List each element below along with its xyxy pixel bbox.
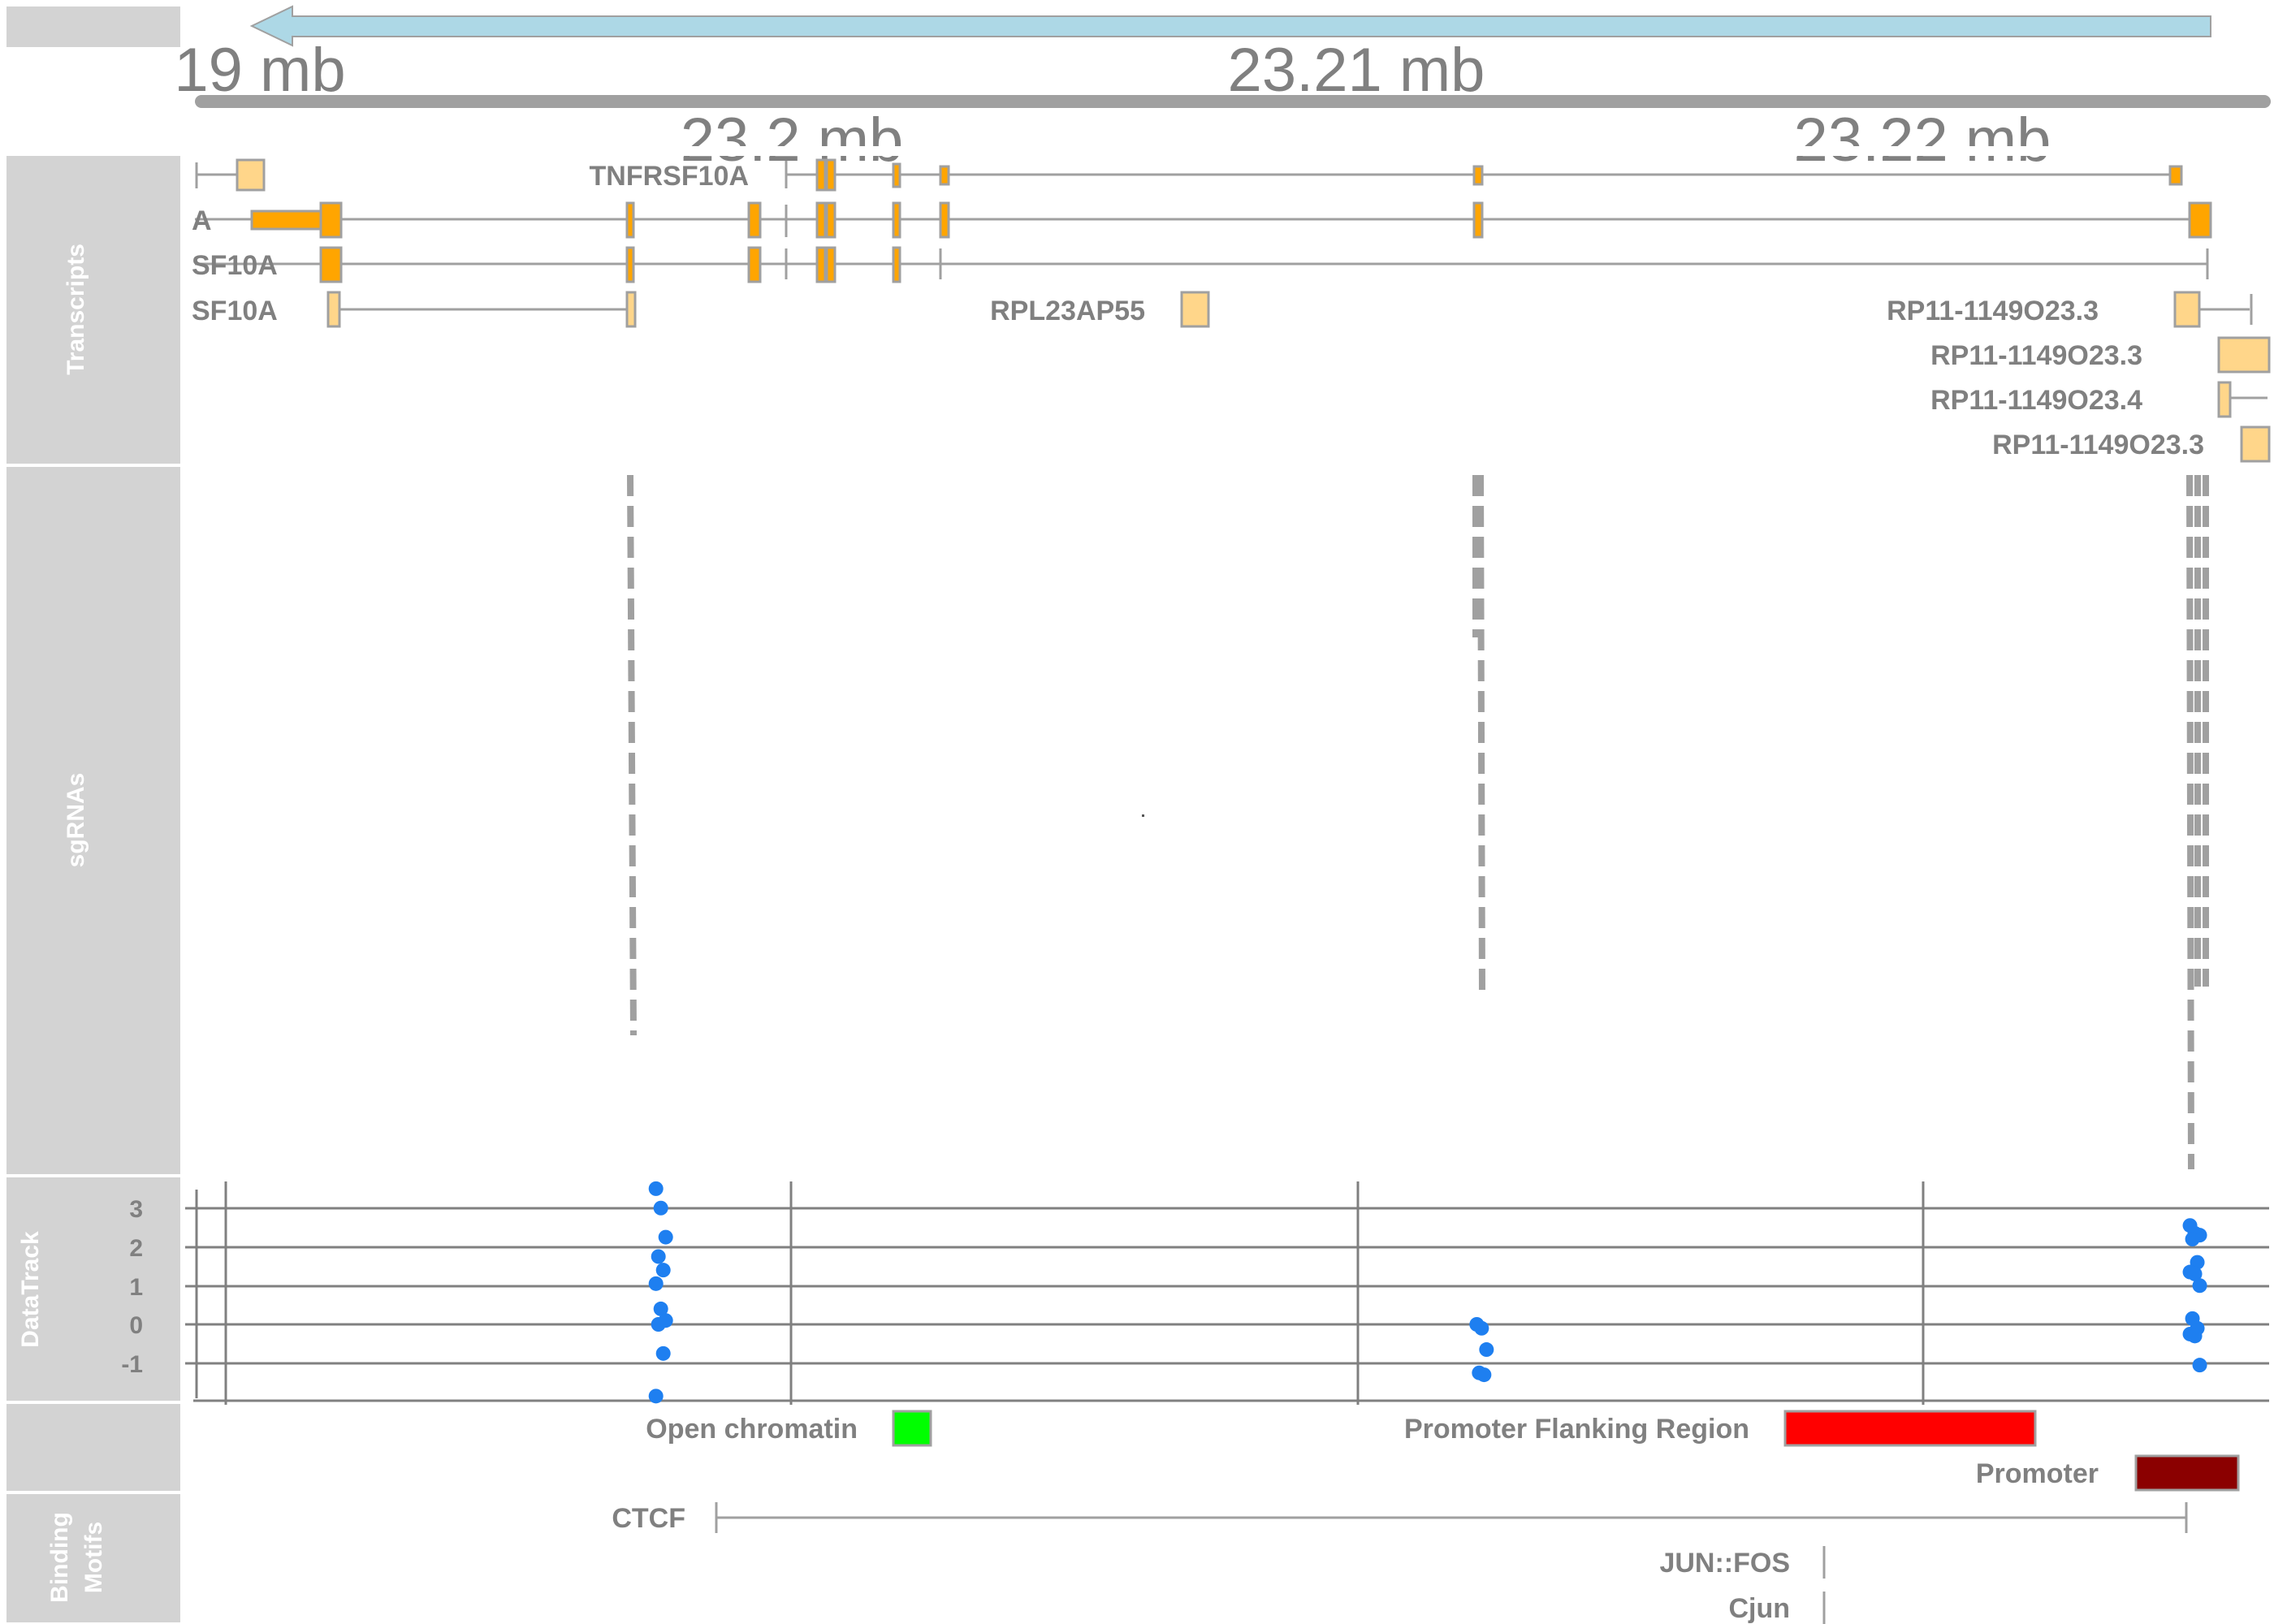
- exon: [892, 162, 901, 188]
- exon: [825, 246, 837, 283]
- exon: [625, 246, 635, 283]
- sgrna-column: [627, 474, 637, 1036]
- axis-track-panel: [6, 6, 180, 47]
- exon: [625, 201, 635, 239]
- gene-label-a: A: [192, 205, 212, 236]
- promoter-label: Promoter: [1976, 1458, 2099, 1489]
- axis-tick-label-top-1: 19 mb: [174, 36, 345, 105]
- data-point: [2192, 1358, 2207, 1373]
- data-point: [2192, 1278, 2207, 1294]
- data-point: [651, 1317, 666, 1332]
- data-point: [655, 1345, 671, 1361]
- open-chromatin-label: Open chromatin: [646, 1414, 858, 1445]
- datatrack-grid: [193, 1181, 2269, 1405]
- exon: [815, 201, 827, 239]
- data-point: [1474, 1320, 1489, 1336]
- exon-utr: [326, 291, 341, 328]
- sgrna-dot: [1142, 814, 1144, 817]
- exon: [747, 246, 762, 283]
- axis-tick-label-bottom-2: 23.22 mb: [1794, 106, 2051, 175]
- exon: [815, 158, 827, 192]
- y-tick-label-neg1: -1: [121, 1351, 143, 1378]
- exon-cds: [319, 246, 343, 283]
- y-tick-label-0: 0: [129, 1312, 143, 1339]
- exon-utr: [2240, 425, 2271, 463]
- data-point: [658, 1229, 673, 1245]
- exon-cds: [250, 209, 322, 231]
- gene-label-rp11-a: RP11-1149O23.3: [1887, 296, 2099, 326]
- sgrna-track: [627, 474, 2209, 1170]
- ctcf-motif: [715, 1502, 2188, 1533]
- exon: [939, 165, 950, 186]
- transcripts-track-panel: [6, 156, 180, 464]
- y-tick-label-1: 1: [129, 1274, 143, 1301]
- exon-utr: [2173, 291, 2201, 328]
- exon-utr: [2217, 336, 2271, 374]
- data-point: [1476, 1367, 1492, 1383]
- exon-utr: [2217, 381, 2232, 418]
- data-point: [655, 1263, 671, 1278]
- data-point: [1479, 1342, 1494, 1358]
- exon-utr: [236, 158, 266, 192]
- ctcf-label: CTCF: [612, 1503, 685, 1534]
- jun-fos-label: JUN::FOS: [1659, 1548, 1790, 1579]
- exon: [892, 246, 901, 283]
- promoter-feature: [2134, 1454, 2240, 1492]
- promoter-flanking-label: Promoter Flanking Region: [1404, 1414, 1749, 1445]
- data-point: [648, 1389, 664, 1404]
- regulatory-track-panel: [6, 1404, 180, 1491]
- exon: [892, 201, 901, 239]
- sgrnas-track-title: sgRNAs: [63, 773, 89, 868]
- gene-label-sf10a-1: SF10A: [192, 250, 278, 281]
- sgrna-column: [1477, 474, 1485, 996]
- exon: [825, 201, 837, 239]
- exon-cds: [319, 201, 343, 239]
- exon: [2168, 165, 2183, 186]
- open-chromatin-feature: [892, 1410, 932, 1447]
- exon-utr: [1180, 291, 1210, 328]
- data-point: [648, 1276, 664, 1291]
- data-point: [648, 1181, 664, 1196]
- data-point: [651, 1249, 666, 1264]
- gene-label-rp11-b: RP11-1149O23.3: [1930, 340, 2142, 371]
- y-tick-label-2: 2: [129, 1235, 143, 1262]
- transcripts-track-title: Transcripts: [63, 244, 89, 375]
- exon: [825, 158, 837, 192]
- exon-cds: [2188, 201, 2212, 239]
- datatrack-track-title: DataTrack: [17, 1231, 44, 1348]
- sgrna-column: [2186, 474, 2194, 1170]
- data-point: [653, 1200, 668, 1216]
- promoter-flanking-feature: [1783, 1410, 2037, 1447]
- axis-tick-label-top-2: 23.21 mb: [1228, 36, 1485, 105]
- gene-label-rpl23ap55: RPL23AP55: [990, 296, 1145, 326]
- exon: [747, 201, 762, 239]
- sgrnas-track-panel: [6, 467, 180, 1174]
- y-tick-label-3: 3: [129, 1196, 143, 1223]
- data-point: [2185, 1231, 2200, 1246]
- datatrack-points: [648, 1181, 2207, 1404]
- datatrack-y-axis: [185, 1190, 198, 1398]
- gene-label-tnfrsf10a: TNFRSF10A: [590, 161, 749, 192]
- gene-label-rp11-d: RP11-1149O23.3: [1992, 430, 2204, 460]
- exon: [815, 246, 827, 283]
- binding-motifs-track-title-line2: Motifs: [80, 1522, 107, 1593]
- gene-label-rp11-c: RP11-1149O23.4: [1930, 385, 2142, 416]
- data-point: [2187, 1328, 2203, 1344]
- exon: [1472, 201, 1484, 239]
- axis-label-mask: [184, 146, 2274, 156]
- exon: [1472, 165, 1484, 186]
- genome-browser-figure: Transcripts sgRNAs DataTrack Binding Mot…: [6, 5, 2274, 1624]
- exon: [939, 201, 950, 239]
- gene-label-sf10a-2: SF10A: [192, 296, 278, 326]
- cjun-label: Cjun: [1728, 1593, 1790, 1624]
- binding-motifs-track-title-line1: Binding: [46, 1512, 73, 1603]
- exon-utr: [625, 291, 637, 328]
